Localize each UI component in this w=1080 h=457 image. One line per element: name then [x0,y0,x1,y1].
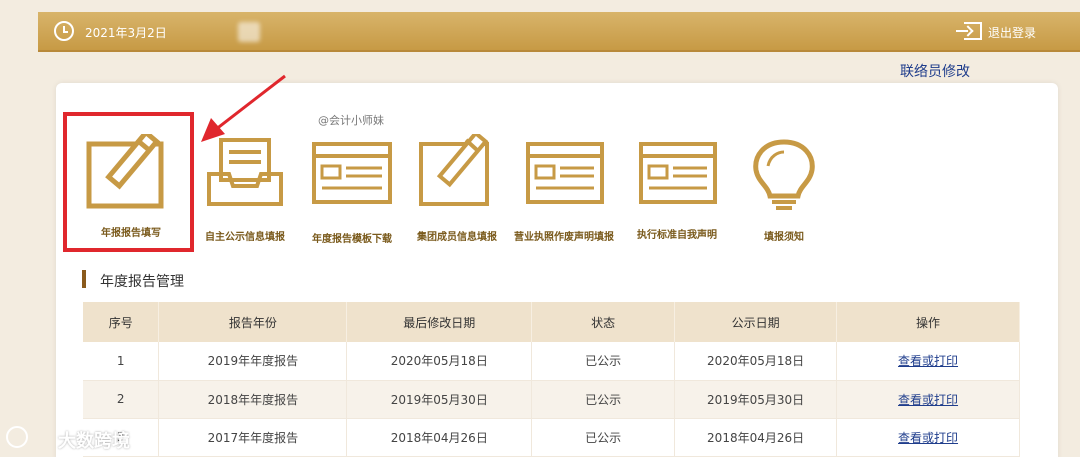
cell-year: 2017年年度报告 [158,418,348,457]
lightbulb-icon [753,139,815,210]
section-marker [82,270,86,288]
tile-label: 集团成员信息填报 [417,232,497,243]
tile-group-member[interactable]: 集团成员信息填报 [402,128,512,243]
contact-person-edit-link[interactable]: 联络员修改 [900,61,970,81]
tile-label: 营业执照作废声明填报 [514,232,614,243]
cell-year: 2018年年度报告 [158,380,348,419]
table-header-row: 序号 报告年份 最后修改日期 状态 公示日期 操作 [83,302,1020,342]
clock-icon [54,21,74,41]
tile-license-void[interactable]: 营业执照作废声明填报 [509,128,619,243]
tile-label: 自主公示信息填报 [205,232,285,243]
template-window-icon [526,142,604,204]
blurred-company-name [238,22,260,42]
cell-modified: 2019年05月30日 [346,380,533,419]
cell-published: 2018年04月26日 [674,418,838,457]
cell-modified: 2018年04月26日 [346,418,533,457]
column-header: 最后修改日期 [346,302,533,342]
tile-standard-declaration[interactable]: 执行标准自我声明 [622,128,732,241]
tile-label: 执行标准自我声明 [637,230,717,241]
logout-icon[interactable] [956,22,982,40]
table-row: 3 2017年年度报告 2018年04月26日 已公示 2018年04月26日 … [83,418,1020,457]
view-print-link[interactable]: 查看或打印 [898,354,958,368]
tile-instructions[interactable]: 填报须知 [729,128,839,243]
highlight-box [63,112,194,252]
cell-action: 查看或打印 [836,380,1020,419]
top-header-bar: 2021年3月2日 退出登录 [38,12,1080,52]
cell-index: 2 [83,380,160,419]
cell-status: 已公示 [531,418,676,457]
current-date: 2021年3月2日 [85,26,167,40]
edit-pencil-icon [419,134,489,206]
section-title: 年度报告管理 [100,274,184,290]
brand-logo-icon [6,426,28,448]
view-print-link[interactable]: 查看或打印 [898,431,958,445]
column-header: 报告年份 [158,302,348,342]
column-header: 状态 [531,302,676,342]
inbox-tray-icon [207,138,283,206]
cell-modified: 2020年05月18日 [346,342,533,381]
cell-year: 2019年年度报告 [158,342,348,381]
tile-label: 年度报告模板下载 [312,234,392,245]
column-header: 操作 [836,302,1020,342]
cell-status: 已公示 [531,380,676,419]
column-header: 公示日期 [674,302,838,342]
table-row: 1 2019年年度报告 2020年05月18日 已公示 2020年05月18日 … [83,342,1020,381]
column-header: 序号 [83,302,160,342]
cell-status: 已公示 [531,342,676,381]
tile-label: 填报须知 [764,232,804,243]
cell-action: 查看或打印 [836,418,1020,457]
brand-name: 大数跨境 [58,431,130,452]
template-window-icon [639,142,717,204]
watermark-text: @会计小师妹 [318,114,384,127]
annual-report-table: 序号 报告年份 最后修改日期 状态 公示日期 操作 1 2019年年度报告 20… [83,302,1020,457]
cell-index: 1 [83,342,160,381]
red-arrow-icon [201,74,286,142]
view-print-link[interactable]: 查看或打印 [898,393,958,407]
table-row: 2 2018年年度报告 2019年05月30日 已公示 2019年05月30日 … [83,380,1020,419]
cell-published: 2020年05月18日 [674,342,838,381]
cell-action: 查看或打印 [836,342,1020,381]
logout-button[interactable]: 退出登录 [988,24,1036,41]
cell-published: 2019年05月30日 [674,380,838,419]
tile-template-download[interactable]: 年度报告模板下载 [297,128,407,245]
template-window-icon [312,142,392,204]
